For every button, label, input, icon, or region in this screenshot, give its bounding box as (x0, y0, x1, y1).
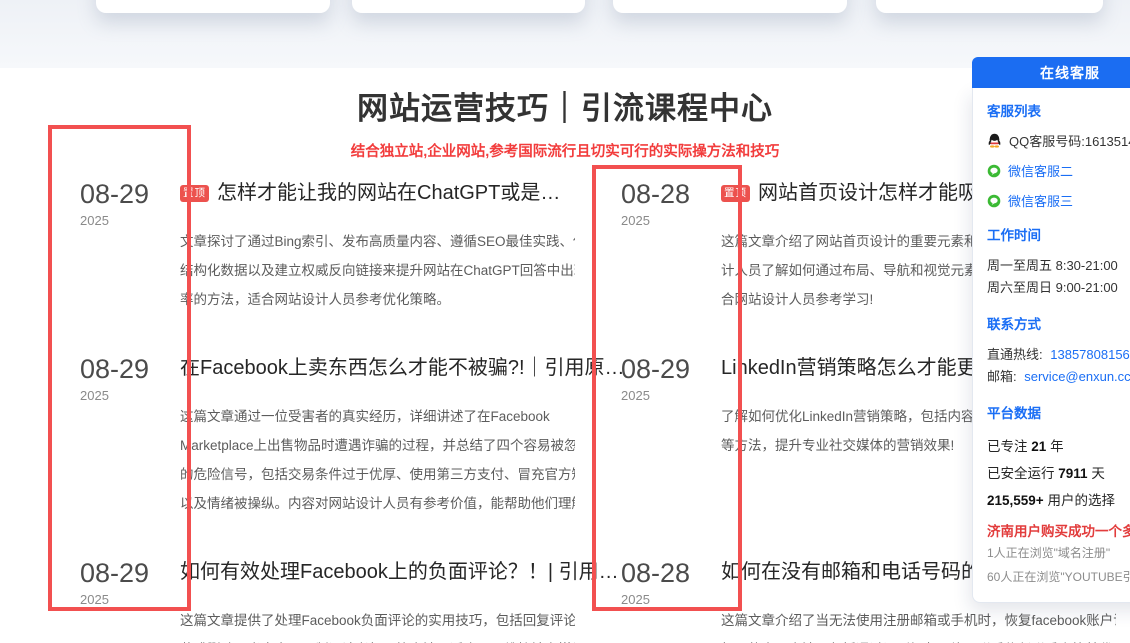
browsing-status: 60人正在浏览"YOUTUBE引 (987, 567, 1130, 588)
article-desc: 这篇文章通过一位受害者的真实经历，详细讲述了在Facebook Marketpl… (180, 402, 575, 518)
stat-days-unit: 天 (1091, 466, 1105, 481)
article-date-md: 08-29 (80, 179, 180, 209)
article-date-md: 08-29 (80, 354, 180, 384)
email-address[interactable]: service@enxun.cc (1024, 369, 1130, 384)
stat-years-label: 已专注 (987, 439, 1028, 454)
top-card[interactable] (613, 0, 847, 13)
article-body: 在Facebook上卖东西怎么才能不被骗?!｜引用原… 这篇文章通过一位受害者的… (180, 354, 575, 518)
online-service-body: 客服列表 QQ客服号码:1613514 (972, 88, 1130, 603)
hotline-row: 直通热线: 13857808156 (987, 344, 1130, 366)
wechat-icon (987, 194, 1001, 208)
article-date-year: 2025 (621, 213, 721, 228)
article-date: 08-29 2025 (621, 354, 721, 518)
hotline-number[interactable]: 13857808156 (1050, 347, 1130, 362)
wechat-service-link: 微信客服三 (1008, 191, 1073, 210)
stat-days: 已安全运行 7911 天 (987, 460, 1130, 487)
qq-icon (987, 133, 1002, 148)
stat-users-label: 用户的选择 (1047, 493, 1115, 508)
article-desc: 文章探讨了通过Bing索引、发布高质量内容、遵循SEO最佳实践、使用 结构化数据… (180, 227, 575, 314)
article-date-md: 08-28 (621, 179, 721, 209)
pinned-badge: 置顶 (180, 185, 209, 202)
article-date-year: 2025 (80, 213, 180, 228)
article-row: 08-29 2025 如何有效处理Facebook上的负面评论？！| 引用… 这… (80, 558, 575, 643)
browsing-status: 1人正在浏览"域名注册" (987, 543, 1130, 564)
article-date: 08-29 2025 (80, 558, 180, 643)
wechat-service-link: 微信客服二 (1008, 161, 1073, 180)
stat-days-label: 已安全运行 (987, 466, 1055, 481)
article-date-md: 08-29 (80, 558, 180, 588)
article-title-link[interactable]: 如何有效处理Facebook上的负面评论？！| 引用… (180, 558, 575, 586)
email-row: 邮箱: service@enxun.cc (987, 366, 1130, 388)
article-date-md: 08-28 (621, 558, 721, 588)
wechat-service-item-3[interactable]: 微信客服三 (987, 191, 1130, 210)
purchase-notice: 济南用户购买成功一个多 (987, 520, 1130, 540)
article-row: 08-29 2025 在Facebook上卖东西怎么才能不被骗?!｜引用原… 这… (80, 354, 575, 518)
email-label: 邮箱: (987, 369, 1017, 384)
article-date-md: 08-29 (621, 354, 721, 384)
article-list: 08-29 2025 置顶怎样才能让我的网站在ChatGPT或是… 文章探讨了通… (80, 179, 1116, 643)
article-title-text: 怎样才能让我的网站在ChatGPT或是… (217, 182, 560, 204)
article-desc: 这篇文章介绍了当无法使用注册邮箱或手机时，恢复facebook账户访问 权限的实… (721, 606, 1116, 643)
top-card[interactable] (352, 0, 585, 13)
article-body: 如何有效处理Facebook上的负面评论？！| 引用… 这篇文章提供了处理Fac… (180, 558, 575, 643)
page-subtitle: 结合独立站,企业网站,参考国际流行且切实可行的实际操方法和技巧 (0, 140, 1130, 161)
stat-users-number: 215,559+ (987, 493, 1044, 508)
online-service-panel: 在线客服 客服列表 QQ客服号码:1613514 (972, 57, 1130, 603)
qq-service-item[interactable]: QQ客服号码:1613514 (987, 131, 1130, 150)
article-date-year: 2025 (621, 592, 721, 607)
pinned-badge: 置顶 (721, 185, 750, 202)
work-time-weekday: 周一至周五 8:30-21:00 (987, 255, 1130, 277)
service-list-title: 客服列表 (987, 100, 1130, 120)
hotline-label: 直通热线: (987, 347, 1043, 362)
article-desc: 这篇文章提供了处理Facebook负面评论的实用技巧，包括回复评论、隐 藏或删除… (180, 606, 575, 643)
stat-users: 215,559+ 用户的选择 (987, 487, 1130, 514)
stat-years-unit: 年 (1050, 439, 1064, 454)
wechat-icon (987, 164, 1001, 178)
article-date: 08-28 2025 (621, 558, 721, 643)
top-card[interactable] (876, 0, 1103, 13)
article-date-year: 2025 (80, 388, 180, 403)
article-title-text: 如何有效处理Facebook上的负面评论？！| 引用… (180, 561, 619, 583)
article-date-year: 2025 (621, 388, 721, 403)
stat-years: 已专注 21 年 (987, 433, 1130, 460)
contact-title: 联系方式 (987, 313, 1130, 333)
wechat-service-item-2[interactable]: 微信客服二 (987, 161, 1130, 180)
article-date-year: 2025 (80, 592, 180, 607)
stat-years-number: 21 (1031, 439, 1046, 454)
qq-service-number: QQ客服号码:1613514 (1009, 131, 1130, 150)
article-title-link[interactable]: 在Facebook上卖东西怎么才能不被骗?!｜引用原… (180, 354, 575, 382)
top-card[interactable] (96, 0, 330, 13)
work-time-title: 工作时间 (987, 224, 1130, 244)
article-date: 08-29 2025 (80, 179, 180, 314)
online-service-header[interactable]: 在线客服 (972, 57, 1130, 88)
article-row: 08-29 2025 置顶怎样才能让我的网站在ChatGPT或是… 文章探讨了通… (80, 179, 575, 314)
article-date: 08-28 2025 (621, 179, 721, 314)
article-body: 置顶怎样才能让我的网站在ChatGPT或是… 文章探讨了通过Bing索引、发布高… (180, 179, 575, 314)
top-cards-band (0, 0, 1130, 68)
platform-data-title: 平台数据 (987, 402, 1130, 422)
article-title-link[interactable]: 置顶怎样才能让我的网站在ChatGPT或是… (180, 179, 575, 207)
article-date: 08-29 2025 (80, 354, 180, 518)
work-time-weekend: 周六至周日 9:00-21:00 (987, 277, 1130, 299)
stat-days-number: 7911 (1058, 466, 1087, 481)
page-title: 网站运营技巧｜引流课程中心 (0, 88, 1130, 130)
article-title-text: 在Facebook上卖东西怎么才能不被骗?!｜引用原… (180, 357, 625, 379)
